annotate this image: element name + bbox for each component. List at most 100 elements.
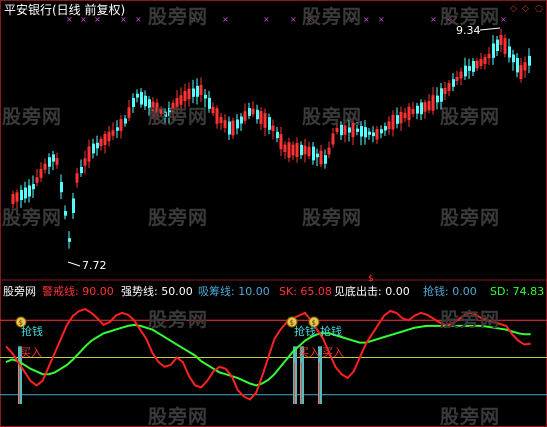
candle-body [256,109,259,120]
candle-body [276,131,279,139]
signal-label-buy: 买入 [322,346,344,359]
candle-body [116,127,119,131]
watermark: 股旁网 [440,207,501,229]
candle-body [436,95,439,103]
signal-marker: × [363,15,370,24]
indicator-legend-item: 强势线: 50.00 [121,285,193,298]
candle-body [28,185,31,197]
signal-label-qiangqian: 抢钱 [21,325,43,338]
dollar-marker: $ [368,274,374,284]
candle-body [192,88,195,97]
candle-body [496,39,499,52]
low-pointer [67,261,81,267]
candle-body [492,43,495,58]
signal-bar [19,362,20,404]
candle-body [452,79,455,87]
chart-title: 平安银行(日线 前复权) [4,3,126,17]
price-high-label: 9.34 [456,24,481,37]
candle-body [396,115,399,124]
candle-body [196,85,199,97]
candle-body [52,154,55,162]
candle-body [236,119,239,129]
signal-marker: × [135,15,142,24]
candle-body [416,105,419,114]
candle-body [208,97,211,109]
candle-body [204,94,207,99]
signal-marker: × [263,15,270,24]
signal-label-buy: 买入 [298,346,320,359]
watermark: 股旁网 [2,207,63,229]
candle-body [440,88,443,102]
candle-body [512,54,515,63]
signal-bar [319,362,320,404]
candle-body [420,102,423,115]
candle-body [380,129,383,134]
watermark: 股旁网 [148,6,209,28]
signal-label-qiangqian: 抢钱 [294,325,316,338]
candle-body [60,182,63,193]
candle-body [468,66,471,71]
panel-control-button[interactable]: ◇ [522,4,529,14]
candle-body [324,155,327,164]
watermark: 股旁网 [440,406,501,427]
candle-body [20,189,23,201]
watermark: 股旁网 [148,406,209,427]
panel-control-button[interactable]: ○ [535,4,543,14]
candle-body [464,65,467,77]
watermark: 股旁网 [440,309,501,331]
panel-control-button[interactable]: ◇ [510,4,517,14]
price-low-label: 7.72 [82,259,107,272]
candle-body [384,126,387,131]
signal-marker: × [430,15,437,24]
candle-body [508,46,511,58]
watermark: 股旁网 [2,106,63,128]
candle-body [124,118,127,124]
candle-body [312,146,315,161]
watermark: 股旁网 [440,106,501,128]
candle-body [136,93,139,98]
indicator-legend-item: 抢钱: 0.00 [423,285,477,298]
candle-body [368,131,371,135]
candle-body [316,153,319,158]
indicator-legend-item: SD: 74.83 [490,285,545,298]
candle-body [300,144,303,156]
watermark: 股旁网 [148,106,209,128]
candle-body [528,55,531,66]
signal-bar [294,362,295,404]
signal-bar [301,362,302,404]
stock-chart-window: { "header": { "title": "平安银行(日线 前复权)", "… [0,0,547,427]
candle-body [80,166,83,174]
candle-body [68,238,71,242]
indicator-legend-item: 吸筹线: 10.00 [198,285,270,298]
candle-body [372,132,375,137]
candle-body [356,128,359,132]
candle-body [516,58,519,73]
indicator-legend-item: SK: 65.08 [279,285,332,298]
candle-body [472,61,475,72]
signal-marker: × [500,15,507,24]
signal-label-qiangqian: 抢钱 [320,325,342,338]
watermark: 股旁网 [148,309,209,331]
candle-body [96,142,99,149]
candle-body [48,157,51,167]
candle-body [92,143,95,154]
indicator-legend-item: 见底出击: 0.00 [334,285,410,298]
candle-body [132,98,135,107]
candle-body [248,108,251,116]
candle-body [364,127,367,138]
watermark: 股旁网 [302,207,363,229]
signal-marker: × [222,15,229,24]
candle-body [268,117,271,130]
candle-body [228,121,231,135]
candle-body [144,95,147,107]
candle-body [24,187,27,199]
candle-body [64,211,67,216]
indicator-name: 股旁网 [3,285,36,298]
candle-body [32,184,35,190]
signal-marker: × [378,15,385,24]
watermark: 股旁网 [302,6,363,28]
candle-body [72,198,75,213]
candle-body [240,116,243,124]
signal-marker: × [290,15,297,24]
candle-body [140,92,143,105]
